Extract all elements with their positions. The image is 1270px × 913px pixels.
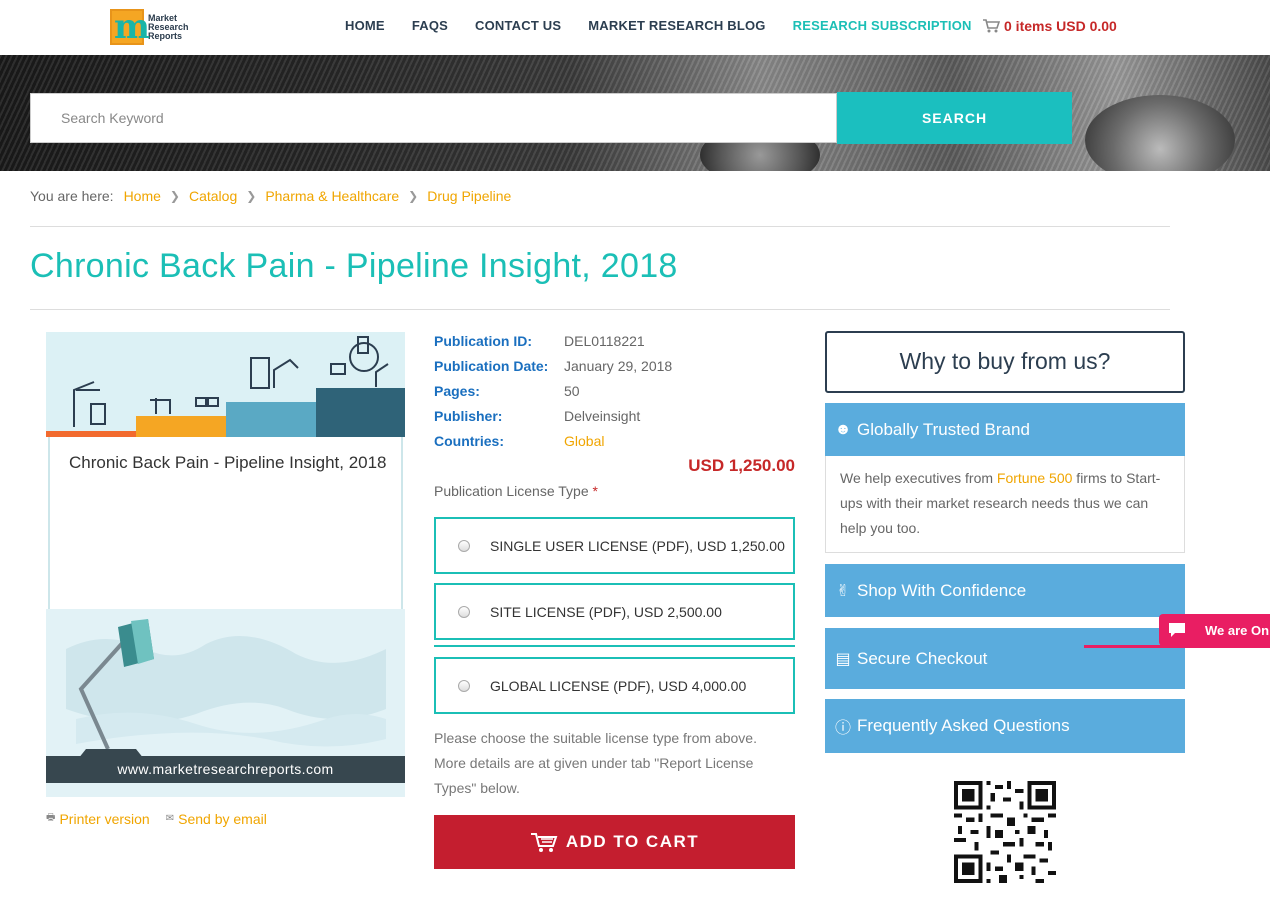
license-note: Please choose the suitable license type … (434, 730, 757, 796)
email-icon: ✉ (165, 813, 175, 824)
license-radio[interactable] (458, 679, 470, 692)
license-option-single-user[interactable]: SINGLE USER LICENSE (PDF), USD 1,250.00 (434, 517, 795, 574)
main-nav: HOME FAQS CONTACT US MARKET RESEARCH BLO… (345, 18, 999, 33)
faq-panel[interactable]: ⓘ Frequently Asked Questions (825, 699, 1185, 753)
question-circle-icon: ⓘ (834, 720, 851, 737)
printer-version-link[interactable]: 🖶 Printer version (46, 810, 150, 827)
header-cart[interactable]: 0 items USD 0.00 (982, 18, 1117, 34)
chevron-right-icon: ❯ (408, 189, 419, 203)
fortune-500-link[interactable]: Fortune 500 (997, 470, 1073, 486)
report-cover: Chronic Back Pain - Pipeline Insight, 20… (46, 332, 405, 797)
license-option-label: SINGLE USER LICENSE (PDF), USD 1,250.00 (490, 537, 785, 554)
live-chat-button[interactable]: We are On (1159, 614, 1270, 646)
report-tools: 🖶 Printer version ✉ Send by email (46, 810, 283, 827)
qr-code (954, 781, 1056, 883)
chevron-right-icon: ❯ (246, 189, 257, 203)
shop-with-confidence-panel[interactable]: ✌ Shop With Confidence (825, 564, 1185, 617)
breadcrumb-catalog[interactable]: Catalog (189, 188, 237, 204)
breadcrumb-pharma-healthcare[interactable]: Pharma & Healthcare (265, 188, 399, 204)
pages-label: Pages: (434, 383, 480, 399)
license-option-global[interactable]: GLOBAL LICENSE (PDF), USD 4,000.00 (434, 657, 795, 714)
cover-title: Chronic Back Pain - Pipeline Insight, 20… (69, 453, 387, 472)
cart-summary: 0 items USD 0.00 (1004, 18, 1117, 34)
publication-details: Publication ID: DEL0118221 Publication D… (434, 333, 672, 458)
publication-date-value: January 29, 2018 (564, 358, 673, 374)
detail-row: Publication Date: January 29, 2018 (434, 358, 672, 383)
printer-icon: 🖶 (46, 812, 56, 823)
site-logo[interactable]: m Market Research Reports (110, 7, 192, 47)
nav-research-subscription[interactable]: RESEARCH SUBSCRIPTION (793, 18, 972, 33)
license-option-site[interactable]: SITE LICENSE (PDF), USD 2,500.00 (434, 583, 795, 640)
publication-id-label: Publication ID: (434, 333, 532, 349)
add-to-cart-button[interactable]: ADD TO CART (434, 815, 795, 869)
users-icon: ☻ (834, 420, 852, 438)
logo-mark: m (110, 7, 150, 47)
cover-illustration (46, 332, 405, 437)
breadcrumb-home[interactable]: Home (124, 188, 161, 204)
thumbs-up-icon: ✌ (836, 582, 850, 600)
breadcrumb: You are here: Home ❯ Catalog ❯ Pharma & … (30, 188, 511, 204)
license-option-label: GLOBAL LICENSE (PDF), USD 4,000.00 (490, 677, 747, 694)
globally-trusted-brand-panel[interactable]: ☻ Globally Trusted Brand (825, 403, 1185, 456)
cart-icon (530, 833, 558, 852)
page-title: Chronic Back Pain - Pipeline Insight, 20… (30, 247, 678, 285)
detail-row: Pages: 50 (434, 383, 672, 408)
publisher-label: Publisher: (434, 408, 503, 424)
publication-date-label: Publication Date: (434, 358, 549, 374)
nav-market-research-blog[interactable]: MARKET RESEARCH BLOG (588, 18, 765, 33)
detail-row: Publisher: Delveinsight (434, 408, 672, 433)
detail-row: Publication ID: DEL0118221 (434, 333, 672, 358)
why-buy-heading: Why to buy from us? (825, 331, 1185, 393)
report-price: USD 1,250.00 (688, 456, 795, 475)
breadcrumb-label: You are here: (30, 188, 114, 204)
cart-icon (983, 19, 1000, 33)
nav-contact-us[interactable]: CONTACT US (475, 18, 561, 33)
publisher-value: Delveinsight (564, 408, 641, 424)
countries-link[interactable]: Global (564, 433, 604, 458)
publication-id-value: DEL0118221 (564, 333, 645, 349)
site-header: m Market Research Reports HOME FAQS CONT… (0, 0, 1270, 55)
nav-home[interactable]: HOME (345, 18, 385, 33)
license-type-label: Publication License Type * (434, 483, 598, 499)
chat-bubble-icon (1169, 623, 1185, 637)
cover-url: www.marketresearchreports.com (46, 756, 405, 783)
divider (30, 309, 1170, 310)
required-mark: * (592, 483, 598, 499)
license-option-label: SITE LICENSE (PDF), USD 2,500.00 (490, 603, 722, 620)
license-radio[interactable] (458, 605, 470, 618)
search-button[interactable]: SEARCH (837, 92, 1072, 144)
detail-row: Countries: Global (434, 433, 672, 458)
cart-icon: ▤ (835, 650, 851, 668)
search-banner: Search Keyword SEARCH (0, 55, 1270, 171)
logo-text: Market Research Reports (148, 12, 189, 41)
chevron-right-icon: ❯ (169, 189, 180, 203)
divider (30, 226, 1170, 227)
license-radio[interactable] (458, 539, 470, 552)
search-input[interactable]: Search Keyword (30, 93, 837, 143)
nav-faqs[interactable]: FAQS (412, 18, 448, 33)
secure-checkout-panel[interactable]: ▤ Secure Checkout (825, 628, 1185, 689)
divider (434, 645, 795, 648)
breadcrumb-drug-pipeline[interactable]: Drug Pipeline (427, 188, 511, 204)
pages-value: 50 (564, 383, 580, 399)
countries-label: Countries: (434, 433, 504, 449)
send-by-email-link[interactable]: ✉ Send by email (166, 810, 267, 827)
globally-trusted-brand-body: We help executives from Fortune 500 firm… (825, 456, 1185, 553)
